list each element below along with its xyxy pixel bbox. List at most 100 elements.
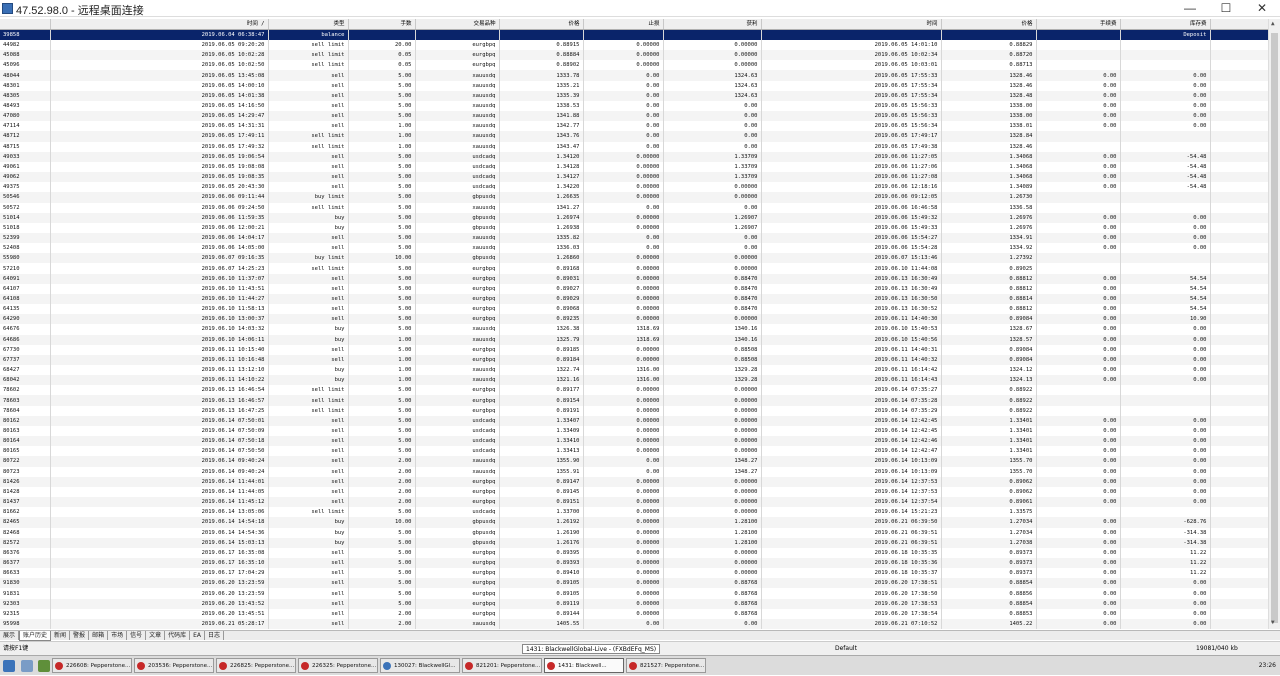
column-header[interactable]: 价格: [499, 19, 584, 30]
table-row[interactable]: 91830 2019.06.20 13:23:59 sell 5.00 eurgbpq 0…: [0, 578, 1268, 589]
column-header[interactable]: 时间 /: [50, 19, 269, 30]
clock[interactable]: 23:26: [1259, 662, 1276, 669]
column-header[interactable]: [0, 19, 51, 30]
table-row[interactable]: 55980 2019.06.07 09:16:35 buy limit 10.00 gb…: [0, 253, 1268, 264]
column-header[interactable]: 价格: [941, 19, 1037, 30]
table-row[interactable]: 92315 2019.06.20 13:45:51 sell 2.00 eurgbpq 0…: [0, 608, 1268, 619]
table-row[interactable]: 67737 2019.06.11 10:16:48 sell 1.00 eurgbpq 0…: [0, 354, 1268, 365]
table-row[interactable]: 81437 2019.06.14 11:45:12 sell 2.00 eurgbpq 0…: [0, 497, 1268, 508]
taskbar-window-button[interactable]: 821201: Pepperstone...: [462, 658, 542, 673]
table-row[interactable]: 64676 2019.06.10 14:03:32 buy 5.00 xauusdq 13…: [0, 324, 1268, 335]
table-row[interactable]: 44982 2019.06.05 09:20:20 sell limit 20.00 e…: [0, 40, 1268, 51]
minimize-button[interactable]: —: [1172, 0, 1208, 17]
table-row[interactable]: 49061 2019.06.05 19:08:08 sell 5.00 usdcadq 1…: [0, 161, 1268, 173]
table-row[interactable]: 82572 2019.06.14 15:03:13 buy 5.00 gbpusdq 1.…: [0, 537, 1268, 548]
table-row[interactable]: 64091 2019.06.10 11:37:07 sell 5.00 eurgbpq 0…: [0, 273, 1268, 284]
table-row[interactable]: 64290 2019.06.10 13:00:37 sell 5.00 eurgbpq 0…: [0, 314, 1268, 325]
table-row[interactable]: 48305 2019.06.05 14:01:38 sell 5.00 xauusdq 1…: [0, 90, 1268, 101]
table-row[interactable]: 45096 2019.06.05 10:02:50 sell limit 0.05 eu…: [0, 60, 1268, 71]
table-row[interactable]: 78602 2019.06.13 16:46:54 sell limit 5.00 eu…: [0, 385, 1268, 396]
table-row[interactable]: 51014 2019.06.06 11:59:35 buy 5.00 gbpusdq 1.…: [0, 212, 1268, 223]
table-row[interactable]: 51018 2019.06.06 12:00:21 buy 5.00 gbpusdq 1.…: [0, 222, 1268, 233]
taskbar-window-button[interactable]: 1431: Blackwell...: [544, 658, 624, 673]
table-row[interactable]: 50546 2019.06.06 09:11:44 buy limit 5.00 gbp…: [0, 192, 1268, 203]
start-icon[interactable]: [3, 660, 15, 672]
table-row[interactable]: 81662 2019.06.14 13:05:06 sell limit 5.00 us…: [0, 507, 1268, 518]
table-row[interactable]: 64135 2019.06.10 11:58:13 sell 5.00 eurgbpq 0…: [0, 304, 1268, 315]
terminal-tab[interactable]: 账户历史: [19, 631, 52, 641]
explorer-icon[interactable]: [21, 660, 33, 672]
table-row[interactable]: 82468 2019.06.14 14:54:36 buy 5.00 gbpusdq 1.…: [0, 527, 1268, 538]
table-row[interactable]: 50572 2019.06.06 09:24:50 sell limit 5.00 xa…: [0, 202, 1268, 213]
table-row[interactable]: 91831 2019.06.20 13:23:59 sell 5.00 eurgbpq 0…: [0, 588, 1268, 599]
table-row[interactable]: 86376 2019.06.17 16:35:08 sell 5.00 eurgbpq 0…: [0, 547, 1268, 558]
terminal-tab[interactable]: 代码库: [165, 631, 191, 640]
table-row[interactable]: 49062 2019.06.05 19:08:35 sell 5.00 usdcadq 1…: [0, 172, 1268, 183]
column-header[interactable]: 交易品种: [415, 19, 500, 30]
table-row[interactable]: 52408 2019.06.06 14:05:00 sell 5.00 xauusdq 1…: [0, 243, 1268, 254]
table-row[interactable]: 82465 2019.06.14 14:54:18 buy 10.00 gbpusdq 1…: [0, 517, 1268, 528]
scrollbar-thumb[interactable]: [1271, 33, 1278, 623]
table-row[interactable]: 80163 2019.06.14 07:50:09 sell 5.00 usdcadq 1…: [0, 425, 1268, 437]
table-row[interactable]: 95998 2019.06.21 05:28:17 sell 2.00 xauusdq 1…: [0, 618, 1268, 629]
table-row[interactable]: 80165 2019.06.14 07:50:50 sell 5.00 usdcadq 1…: [0, 446, 1268, 457]
table-row[interactable]: 86633 2019.06.17 17:04:29 sell 5.00 eurgbpq 0…: [0, 568, 1268, 579]
vertical-scrollbar[interactable]: ▲ ▼: [1268, 19, 1280, 629]
column-header[interactable]: 类型: [268, 19, 349, 30]
table-row[interactable]: 48493 2019.06.05 14:16:50 sell 5.00 xauusdq 1…: [0, 100, 1268, 112]
column-header[interactable]: 库存费: [1120, 19, 1211, 30]
column-header[interactable]: 获利: [663, 19, 762, 30]
table-row[interactable]: 47080 2019.06.05 14:29:47 sell 5.00 xauusdq 1…: [0, 111, 1268, 122]
table-row[interactable]: 48715 2019.06.05 17:49:32 sell limit 1.00 xa…: [0, 141, 1268, 152]
terminal-tab[interactable]: 新闻: [51, 631, 71, 640]
desktop-icon[interactable]: [38, 660, 50, 672]
table-row[interactable]: 80723 2019.06.14 09:40:24 sell 2.00 xauusdq 1…: [0, 466, 1268, 477]
table-row[interactable]: 64107 2019.06.10 11:43:51 sell 5.00 eurgbpq 0…: [0, 283, 1268, 294]
table-row[interactable]: 48044 2019.06.05 13:45:08 sell 5.00 xauusdq 1…: [0, 70, 1268, 81]
table-row[interactable]: 64686 2019.06.10 14:06:11 buy 1.00 xauusdq 13…: [0, 334, 1268, 345]
taskbar-window-button[interactable]: 226325: Pepperstone...: [298, 658, 378, 673]
taskbar-window-button[interactable]: 203536: Pepperstone...: [134, 658, 214, 673]
column-header[interactable]: 获利: [1210, 19, 1268, 30]
table-row[interactable]: 81426 2019.06.14 11:44:01 sell 2.00 eurgbpq 0…: [0, 476, 1268, 487]
terminal-tab[interactable]: 邮箱: [89, 631, 109, 640]
table-row[interactable]: 64108 2019.06.10 11:44:27 sell 5.00 eurgbpq 0…: [0, 293, 1268, 305]
table-row[interactable]: 68427 2019.06.11 13:12:10 buy 1.00 xauusdq 13…: [0, 365, 1268, 376]
terminal-tab[interactable]: EA: [190, 631, 206, 640]
table-row[interactable]: 80164 2019.06.14 07:50:18 sell 5.00 usdcadq 1…: [0, 436, 1268, 447]
terminal-tab[interactable]: 市场: [108, 631, 128, 640]
table-row[interactable]: 92303 2019.06.20 13:43:52 sell 5.00 eurgbpq 0…: [0, 598, 1268, 609]
table-row[interactable]: 48712 2019.06.05 17:49:11 sell limit 1.00 xa…: [0, 131, 1268, 142]
column-header[interactable]: 手数: [348, 19, 416, 30]
column-header[interactable]: 时间: [761, 19, 942, 30]
scroll-up-arrow-icon[interactable]: ▲: [1271, 20, 1275, 27]
terminal-tab[interactable]: 警报: [70, 631, 90, 640]
taskbar-window-button[interactable]: 130027: BlackwellGl...: [380, 658, 460, 673]
taskbar-window-button[interactable]: 821527: Pepperstone...: [626, 658, 706, 673]
terminal-tab[interactable]: 信号: [127, 631, 147, 640]
terminal-tab[interactable]: 日志: [205, 631, 225, 640]
taskbar-window-button[interactable]: 226825: Pepperstone...: [216, 658, 296, 673]
table-row[interactable]: 48301 2019.06.05 14:00:10 sell 5.00 xauusdq 1…: [0, 80, 1268, 91]
table-row[interactable]: 80162 2019.06.14 07:50:01 sell 5.00 usdcadq 1…: [0, 415, 1268, 426]
table-row[interactable]: 86377 2019.06.17 16:35:10 sell 5.00 eurgbpq 0…: [0, 557, 1268, 569]
taskbar-window-button[interactable]: 226608: Pepperstone...: [52, 658, 132, 673]
table-row[interactable]: 49033 2019.06.05 19:06:54 sell 5.00 usdcadq 1…: [0, 151, 1268, 162]
table-row[interactable]: 45088 2019.06.05 10:02:28 sell limit 0.05 eu…: [0, 50, 1268, 61]
table-row[interactable]: 80722 2019.06.14 09:40:24 sell 2.00 xauusdq 1…: [0, 456, 1268, 467]
table-row[interactable]: 52399 2019.06.06 14:04:17 sell 5.00 xauusdq 1…: [0, 232, 1268, 244]
table-row[interactable]: 81428 2019.06.14 11:44:05 sell 2.00 eurgbpq 0…: [0, 486, 1268, 498]
column-header[interactable]: 止损: [583, 19, 664, 30]
terminal-tab[interactable]: 文章: [146, 631, 166, 640]
terminal-tab[interactable]: 展示: [0, 631, 20, 640]
scroll-down-arrow-icon[interactable]: ▼: [1271, 619, 1275, 626]
column-header[interactable]: 手续费: [1036, 19, 1121, 30]
table-row[interactable]: 47114 2019.06.05 14:31:31 sell 1.00 xauusdq 1…: [0, 121, 1268, 132]
table-row[interactable]: 57210 2019.06.07 14:25:23 sell limit 5.00 eu…: [0, 263, 1268, 274]
table-row[interactable]: 78603 2019.06.13 16:46:57 sell limit 5.00 eu…: [0, 395, 1268, 406]
maximize-button[interactable]: ☐: [1208, 0, 1244, 17]
table-row[interactable]: 398582019.06.04 06:38:47balance Deposit10…: [0, 29, 1268, 40]
table-row[interactable]: 67730 2019.06.11 10:15:40 sell 5.00 eurgbpq 0…: [0, 344, 1268, 355]
table-row[interactable]: 49375 2019.06.05 20:43:30 sell 5.00 usdcadq 1…: [0, 182, 1268, 193]
close-button[interactable]: ✕: [1244, 0, 1280, 17]
